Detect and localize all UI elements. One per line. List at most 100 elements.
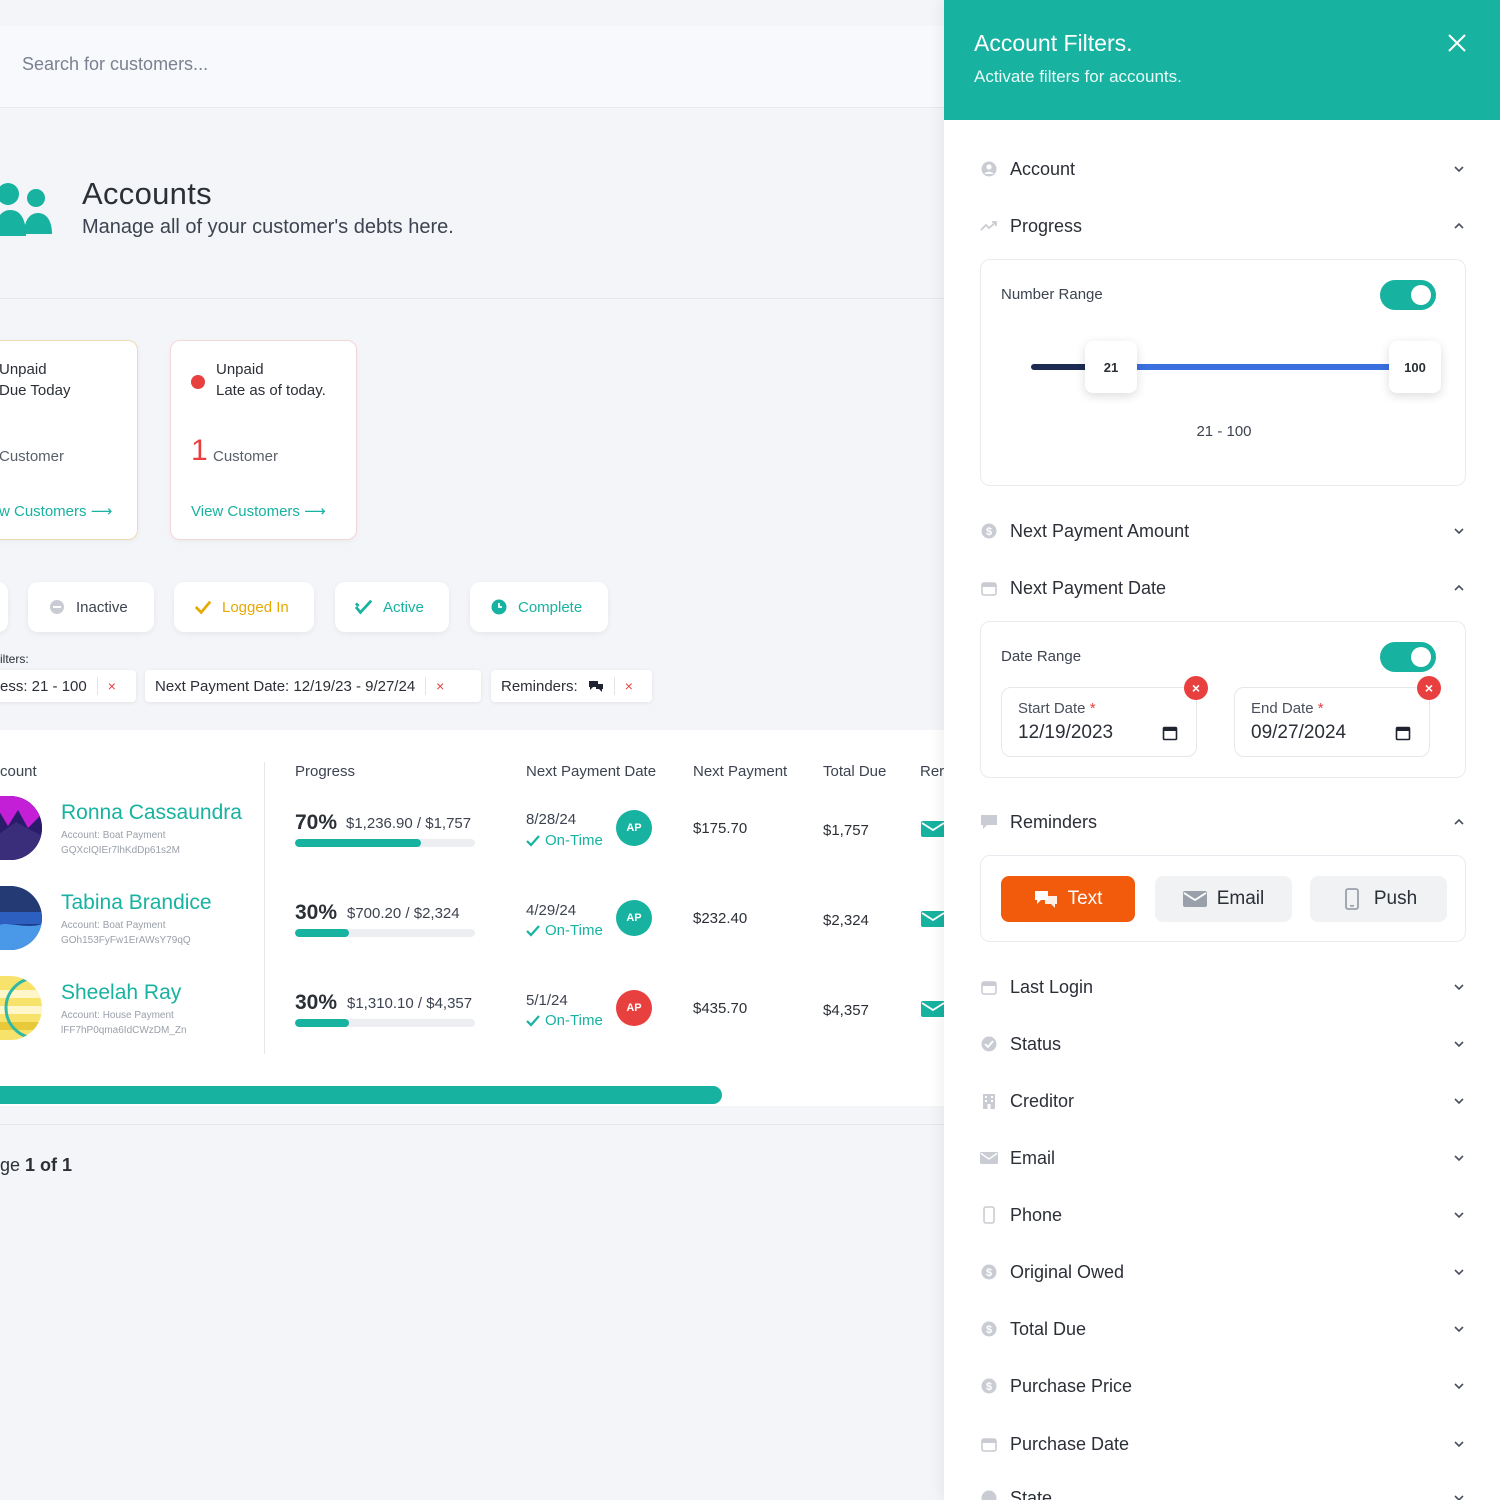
section-label: Next Payment Date bbox=[1010, 577, 1167, 598]
view-customers-link[interactable]: View Customers ⟶ bbox=[191, 502, 326, 520]
arrow-right-icon: ⟶ bbox=[304, 503, 326, 520]
autopay-badge: AP bbox=[616, 990, 652, 1026]
filter-section-email[interactable]: Email bbox=[980, 1143, 1466, 1173]
section-label: Account bbox=[1010, 158, 1076, 179]
number-range-label: Number Range bbox=[1001, 286, 1103, 303]
remove-chip-icon[interactable]: × bbox=[108, 678, 116, 694]
chevron-up-icon bbox=[1454, 222, 1464, 229]
calendar-icon[interactable] bbox=[1162, 725, 1178, 741]
column-header-next-payment[interactable]: Next Payment bbox=[693, 763, 787, 780]
customer-name-link[interactable]: Ronna Cassaundra bbox=[61, 801, 242, 825]
remove-chip-icon[interactable]: × bbox=[436, 678, 444, 694]
section-label: Original Owed bbox=[1010, 1261, 1125, 1282]
chevron-down-icon bbox=[1454, 166, 1464, 173]
envelope-icon[interactable] bbox=[921, 821, 944, 837]
progress-filter-box: Number Range 21 100 21 - 100 bbox=[980, 259, 1466, 486]
view-customers-link[interactable]: w Customers ⟶ bbox=[0, 502, 112, 520]
start-date-value[interactable]: 12/19/2023 bbox=[1018, 722, 1113, 744]
end-date-value[interactable]: 09/27/2024 bbox=[1251, 722, 1346, 744]
date-range-toggle[interactable] bbox=[1380, 642, 1436, 672]
start-date-field[interactable]: Start Date * 12/19/2023 × bbox=[1001, 676, 1208, 757]
filter-section-reminders[interactable]: Reminders bbox=[980, 807, 1466, 837]
filter-section-purchase-date[interactable]: Purchase Date bbox=[980, 1429, 1466, 1459]
slider-handle-max[interactable]: 100 bbox=[1389, 341, 1441, 393]
double-check-icon bbox=[526, 924, 540, 937]
column-header-reminders[interactable]: Rer bbox=[920, 763, 944, 780]
progress-amount: $1,236.90 / $1,757 bbox=[346, 815, 472, 832]
customer-name-link[interactable]: Sheelah Ray bbox=[61, 981, 181, 1005]
total-due: $1,757 bbox=[823, 822, 869, 839]
filter-section-total-due[interactable]: $ Total Due bbox=[980, 1314, 1466, 1344]
next-payment-date: 4/29/24 bbox=[526, 902, 577, 919]
filter-section-purchase-price[interactable]: $ Purchase Price bbox=[980, 1371, 1466, 1401]
close-icon[interactable] bbox=[1446, 32, 1468, 54]
active-filters-label: ilters: bbox=[0, 652, 29, 666]
divider bbox=[0, 298, 944, 299]
section-label: Status bbox=[1010, 1033, 1062, 1054]
status-button-partial[interactable] bbox=[0, 582, 8, 632]
chevron-down-icon bbox=[1454, 1326, 1464, 1333]
check-circle-icon bbox=[980, 1035, 998, 1053]
progress-amount: $700.20 / $2,324 bbox=[347, 905, 460, 922]
status-button-logged-in[interactable]: Logged In bbox=[174, 582, 314, 632]
clear-end-date-icon[interactable]: × bbox=[1417, 676, 1441, 700]
divider bbox=[0, 1124, 944, 1125]
status-dot-icon bbox=[191, 375, 205, 389]
slider-track-range[interactable] bbox=[1131, 364, 1393, 370]
filter-section-state[interactable]: State bbox=[980, 1483, 1466, 1500]
filter-section-creditor[interactable]: Creditor bbox=[980, 1086, 1466, 1116]
building-icon bbox=[980, 1092, 998, 1110]
envelope-icon[interactable] bbox=[921, 1001, 944, 1017]
number-range-toggle[interactable] bbox=[1380, 280, 1436, 310]
end-date-field[interactable]: End Date * 09/27/2024 × bbox=[1234, 676, 1441, 757]
clear-start-date-icon[interactable]: × bbox=[1184, 676, 1208, 700]
filter-section-account[interactable]: Account bbox=[980, 154, 1466, 184]
status-button-complete[interactable]: Complete bbox=[470, 582, 608, 632]
search-input[interactable] bbox=[22, 54, 622, 75]
slider-handle-min[interactable]: 21 bbox=[1085, 341, 1137, 393]
envelope-icon bbox=[980, 1149, 998, 1167]
reminder-text-button[interactable]: Text bbox=[1001, 876, 1135, 922]
progress-bar-fill bbox=[295, 1019, 349, 1027]
section-label: Email bbox=[1010, 1147, 1056, 1168]
customer-name-link[interactable]: Tabina Brandice bbox=[61, 891, 212, 915]
next-payment-amount: $232.40 bbox=[693, 910, 748, 927]
remove-chip-icon[interactable]: × bbox=[625, 678, 633, 694]
column-header-total-due[interactable]: Total Due bbox=[823, 763, 886, 780]
filter-section-next-payment-date[interactable]: Next Payment Date bbox=[980, 573, 1466, 603]
envelope-icon[interactable] bbox=[921, 911, 944, 927]
progress-bar bbox=[295, 929, 475, 937]
filter-section-last-login[interactable]: Last Login bbox=[980, 972, 1466, 1002]
calendar-icon bbox=[980, 978, 998, 996]
payment-status: On-Time bbox=[526, 922, 603, 939]
section-label: Total Due bbox=[1010, 1318, 1087, 1339]
stat-card-title: Unpaid bbox=[0, 361, 47, 378]
progress-percent: 30% bbox=[295, 901, 338, 924]
chevron-down-icon bbox=[1454, 1098, 1464, 1105]
horizontal-scrollbar[interactable] bbox=[0, 1086, 722, 1104]
filter-section-original-owed[interactable]: $ Original Owed bbox=[980, 1257, 1466, 1287]
stat-card-count: 1 bbox=[191, 434, 208, 467]
main-content: Accounts Manage all of your customer's d… bbox=[0, 0, 944, 1500]
account-type: Account: House Payment bbox=[61, 1010, 174, 1021]
status-button-inactive[interactable]: Inactive bbox=[28, 582, 154, 632]
column-header-next-payment-date[interactable]: Next Payment Date bbox=[526, 763, 656, 780]
reminder-email-button[interactable]: Email bbox=[1155, 876, 1292, 922]
account-type: Account: Boat Payment bbox=[61, 920, 166, 931]
status-label: Active bbox=[383, 598, 424, 616]
filter-section-phone[interactable]: Phone bbox=[980, 1200, 1466, 1230]
filter-section-next-payment-amount[interactable]: $ Next Payment Amount bbox=[980, 516, 1466, 546]
filter-section-progress[interactable]: Progress bbox=[980, 211, 1466, 241]
chevron-down-icon bbox=[1454, 1269, 1464, 1276]
next-payment-amount: $435.70 bbox=[693, 1000, 748, 1017]
column-header-account[interactable]: count bbox=[0, 763, 37, 780]
status-button-active[interactable]: Active bbox=[335, 582, 449, 632]
double-check-icon bbox=[526, 1014, 540, 1027]
calendar-icon[interactable] bbox=[1395, 725, 1411, 741]
section-label: State bbox=[1010, 1487, 1053, 1500]
filter-section-status[interactable]: Status bbox=[980, 1029, 1466, 1059]
progress-bar-fill bbox=[295, 929, 349, 937]
column-header-progress[interactable]: Progress bbox=[295, 763, 355, 780]
reminder-push-button[interactable]: Push bbox=[1310, 876, 1447, 922]
payment-status: On-Time bbox=[526, 832, 603, 849]
